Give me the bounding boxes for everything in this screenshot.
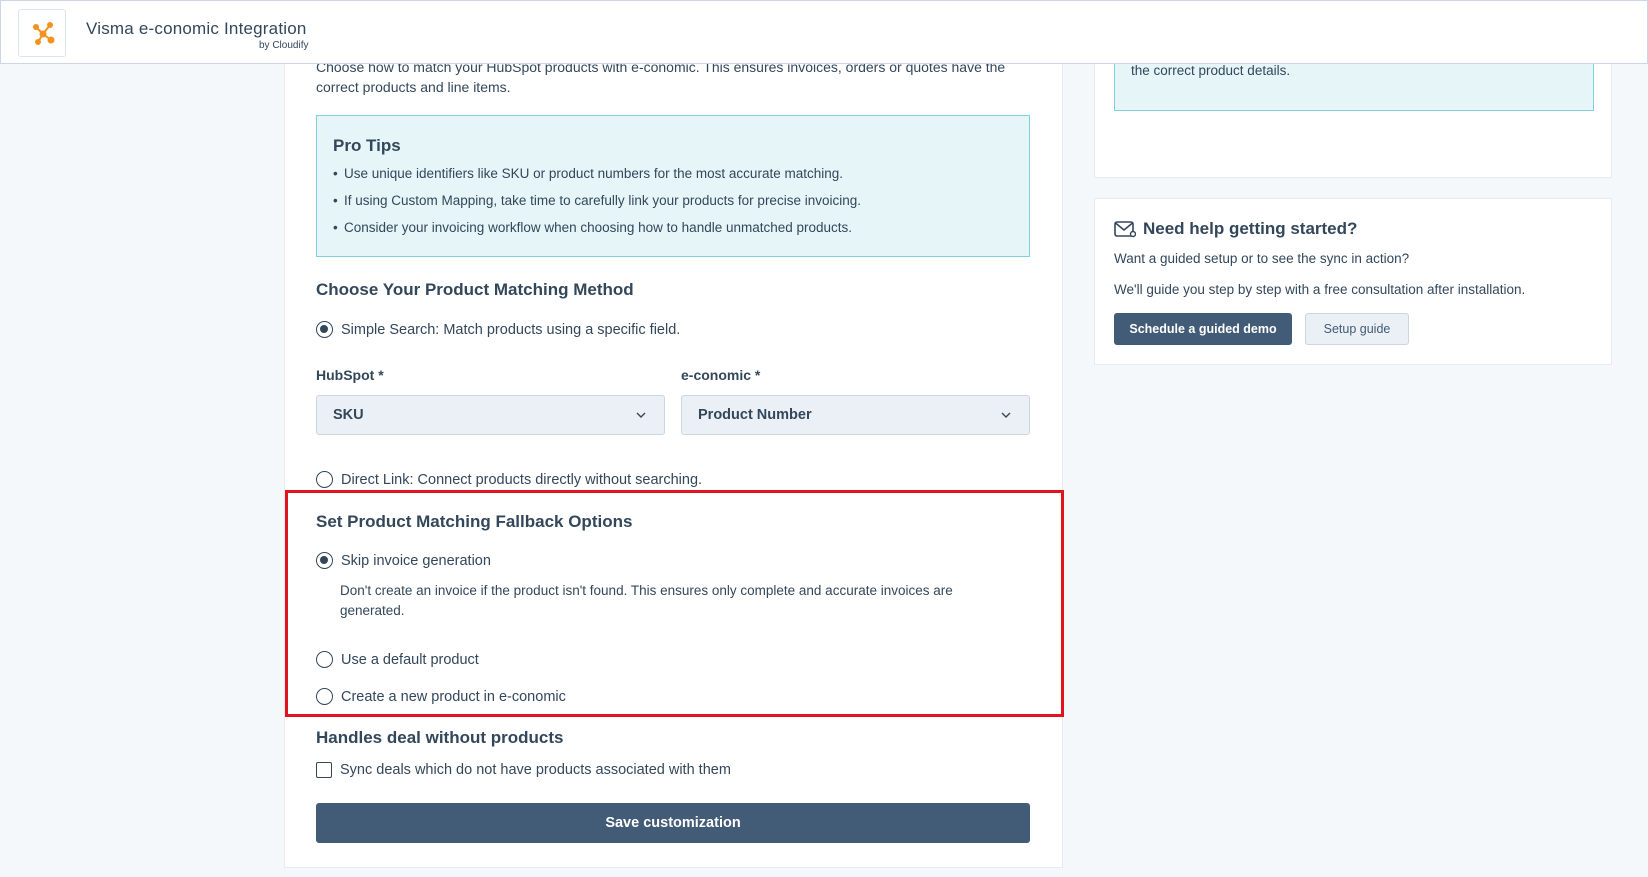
sync-no-products-label: Sync deals which do not have products as… [340, 762, 731, 778]
direct-link-radio[interactable] [316, 471, 333, 488]
direct-link-label: Direct Link: Connect products directly w… [341, 471, 703, 488]
sync-no-products-checkbox[interactable] [316, 762, 332, 778]
setup-guide-button[interactable]: Setup guide [1305, 313, 1409, 345]
app-logo [18, 9, 66, 57]
pro-tips-box: Pro Tips Use unique identifiers like SKU… [316, 115, 1030, 257]
pro-tips-title: Pro Tips [333, 136, 401, 155]
economic-field-value: Product Number [698, 407, 812, 423]
help-text-1: Want a guided setup or to see the sync i… [1114, 251, 1410, 266]
matching-method-title: Choose Your Product Matching Method [316, 280, 634, 299]
schedule-demo-button[interactable]: Schedule a guided demo [1114, 313, 1292, 345]
skip-invoice-radio[interactable] [316, 552, 333, 569]
hubspot-field-label: HubSpot * [316, 367, 384, 383]
skip-invoice-label: Skip invoice generation [341, 552, 491, 569]
save-customization-button[interactable]: Save customization [316, 803, 1030, 843]
default-product-label: Use a default product [341, 651, 479, 668]
info-text: the correct product details. [1131, 63, 1291, 78]
app-subtitle: by Cloudify [259, 40, 309, 51]
fallback-title: Set Product Matching Fallback Options [316, 512, 633, 531]
pro-tip-item: Use unique identifiers like SKU or produ… [333, 164, 861, 191]
skip-invoice-option[interactable]: Skip invoice generation [316, 552, 491, 569]
pro-tip-item: Consider your invoicing workflow when ch… [333, 218, 861, 245]
pro-tips-list: Use unique identifiers like SKU or produ… [333, 164, 861, 245]
sync-no-products-option[interactable]: Sync deals which do not have products as… [316, 762, 731, 778]
default-product-option[interactable]: Use a default product [316, 651, 479, 668]
app-title: Visma e-conomic Integration [86, 19, 307, 38]
create-product-option[interactable]: Create a new product in e-conomic [316, 688, 566, 705]
help-text-2: We'll guide you step by step with a free… [1114, 282, 1526, 297]
hubspot-field-value: SKU [333, 407, 364, 423]
create-product-radio[interactable] [316, 688, 333, 705]
default-product-radio[interactable] [316, 651, 333, 668]
help-title: Need help getting started? [1114, 219, 1357, 239]
economic-field-select[interactable]: Product Number [681, 395, 1030, 435]
simple-search-label: Simple Search: Match products using a sp… [341, 321, 681, 338]
simple-search-radio[interactable] [316, 321, 333, 338]
create-product-label: Create a new product in e-conomic [341, 688, 566, 705]
no-products-title: Handles deal without products [316, 728, 564, 747]
help-title-text: Need help getting started? [1143, 219, 1358, 238]
top-bar: Visma e-conomic Integration by Cloudify [0, 0, 1648, 64]
chevron-down-icon [636, 412, 646, 418]
hubspot-field-select[interactable]: SKU [316, 395, 665, 435]
direct-link-option[interactable]: Direct Link: Connect products directly w… [316, 471, 702, 488]
chevron-down-icon [1001, 412, 1011, 418]
envelope-icon [1114, 221, 1136, 238]
pro-tip-item: If using Custom Mapping, take time to ca… [333, 191, 861, 218]
skip-invoice-description: Don't create an invoice if the product i… [340, 583, 953, 618]
economic-field-label: e-conomic * [681, 367, 761, 383]
simple-search-option[interactable]: Simple Search: Match products using a sp… [316, 321, 680, 338]
network-nodes-icon [33, 22, 55, 45]
